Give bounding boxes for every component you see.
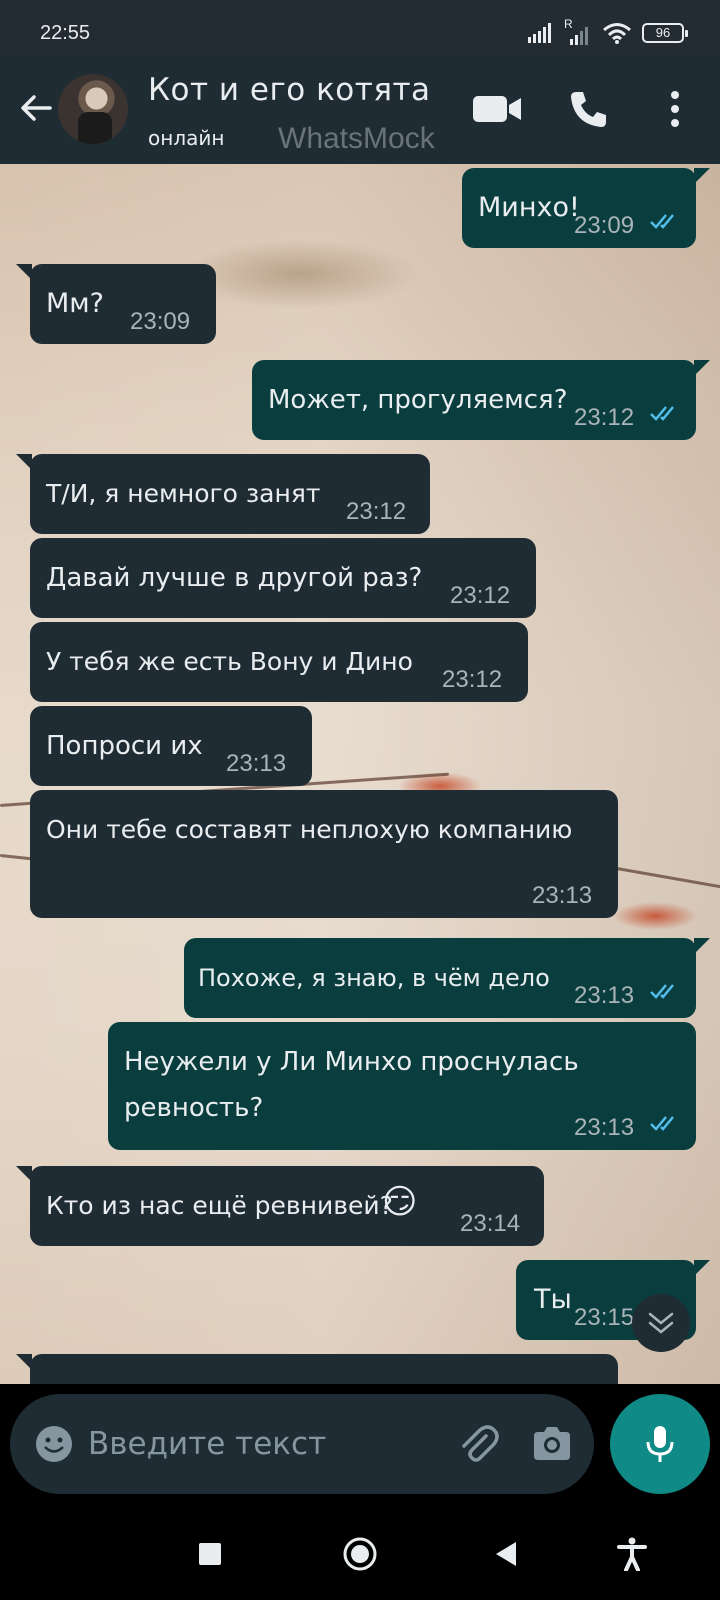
accessibility-icon: [617, 1537, 647, 1571]
chat-title[interactable]: Кот и его котята: [148, 72, 431, 108]
read-ticks-icon: [650, 214, 674, 229]
message-outgoing[interactable]: Минхо! 23:09: [462, 168, 710, 248]
message-outgoing[interactable]: Неужели у Ли Минхо проснулась ревность? …: [108, 1022, 696, 1150]
wifi-icon: [603, 23, 631, 44]
message-time: 23:12: [442, 666, 503, 693]
back-arrow-icon[interactable]: [16, 88, 56, 128]
status-icons: R 96: [528, 17, 688, 46]
message-time: 23:12: [574, 404, 635, 431]
message-text: Может, прогуляемся?: [268, 385, 568, 415]
message-time: 23:12: [450, 582, 511, 609]
message-text: Давай лучше в другой раз?: [46, 563, 423, 593]
voice-call-button[interactable]: [560, 84, 616, 134]
home-circle-icon: [343, 1537, 377, 1571]
message-outgoing[interactable]: Может, прогуляемся? 23:12: [252, 360, 710, 440]
square-icon: [199, 1543, 221, 1565]
message-time: 23:13: [226, 750, 287, 777]
home-button[interactable]: [338, 1532, 382, 1576]
message-text: Кто из нас ещё ревнивей?: [46, 1191, 393, 1220]
accessibility-button[interactable]: [610, 1532, 654, 1576]
message-time: 23:09: [130, 308, 191, 335]
kebab-menu-icon: [671, 91, 679, 127]
signal-roaming-icon: R: [564, 17, 592, 45]
message-incoming-partial[interactable]: [16, 1354, 618, 1384]
smirk-emoji: 😏: [382, 1182, 418, 1222]
message-outgoing[interactable]: Похоже, я знаю, в чём дело 23:13: [184, 938, 710, 1018]
message-incoming[interactable]: Давай лучше в другой раз? 23:12: [30, 538, 536, 618]
message-text: Неужели у Ли Минхо проснулась: [124, 1047, 579, 1077]
message-incoming[interactable]: Кто из нас ещё ревнивей? 😏 23:14: [16, 1166, 544, 1246]
message-text: Минхо!: [478, 192, 580, 223]
status-bar: 22:55 R 96: [0, 0, 720, 54]
message-input[interactable]: [88, 1416, 428, 1472]
watermark: WhatsMock: [278, 122, 435, 155]
chat-header: Кот и его котята онлайн WhatsMock: [0, 54, 720, 164]
message-input-bar: [10, 1394, 594, 1494]
message-text: У тебя же есть Вону и Дино: [46, 647, 413, 676]
signal-icon: [528, 23, 551, 43]
message-time: 23:09: [574, 212, 635, 239]
video-call-button[interactable]: [470, 84, 526, 134]
chat-status: онлайн: [148, 126, 225, 150]
menu-button[interactable]: [650, 84, 700, 134]
scroll-down-button[interactable]: [632, 1294, 690, 1352]
message-text: Похоже, я знаю, в чём дело: [198, 964, 550, 992]
video-camera-icon: [473, 96, 521, 122]
message-time: 23:13: [574, 982, 635, 1009]
message-text: Ты: [534, 1284, 572, 1315]
chat-area[interactable]: Минхо! 23:09 Мм? 23:09 Может, прогуляемс…: [0, 164, 720, 1384]
read-ticks-icon: [650, 406, 674, 421]
camera-icon[interactable]: [530, 1422, 574, 1466]
mic-button[interactable]: [610, 1394, 710, 1494]
message-text: Мм?: [46, 288, 104, 319]
message-time: 23:13: [574, 1114, 635, 1141]
message-time: 23:13: [532, 882, 593, 909]
message-text: Т/И, я немного занят: [46, 479, 321, 508]
message-text: Они тебе составят неплохую компанию: [46, 815, 573, 844]
message-incoming[interactable]: Они тебе составят неплохую компанию 23:1…: [30, 790, 618, 918]
read-ticks-icon: [650, 984, 674, 999]
read-ticks-icon: [650, 1116, 674, 1131]
double-chevron-down-icon: [648, 1312, 674, 1334]
microphone-icon: [646, 1426, 674, 1462]
status-time: 22:55: [40, 22, 91, 44]
message-time: 23:12: [346, 498, 407, 525]
message-incoming[interactable]: Мм? 23:09: [16, 264, 216, 344]
message-incoming[interactable]: Попроси их 23:13: [30, 706, 312, 786]
message-incoming[interactable]: У тебя же есть Вону и Дино 23:12: [30, 622, 528, 702]
triangle-back-icon: [496, 1542, 516, 1566]
back-nav-button[interactable]: [484, 1532, 528, 1576]
system-nav-bar: [0, 1504, 720, 1600]
contact-avatar[interactable]: [58, 74, 128, 144]
battery-icon: 96: [642, 23, 688, 43]
message-text-line2: ревность?: [124, 1093, 264, 1123]
message-time: 23:14: [460, 1210, 521, 1237]
paperclip-icon[interactable]: [456, 1422, 500, 1466]
phone-icon: [571, 92, 606, 127]
smiley-icon[interactable]: [34, 1424, 74, 1464]
recents-button[interactable]: [188, 1532, 232, 1576]
message-incoming[interactable]: Т/И, я немного занят 23:12: [16, 454, 430, 534]
message-text: Попроси их: [46, 731, 203, 761]
message-time: 23:15: [574, 1304, 635, 1331]
